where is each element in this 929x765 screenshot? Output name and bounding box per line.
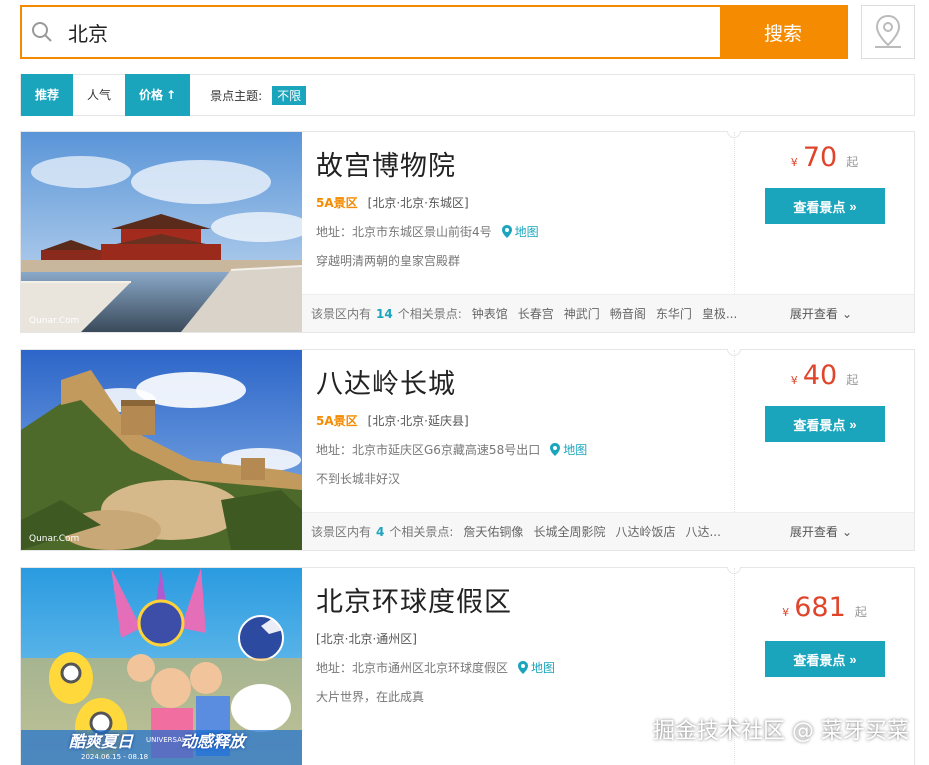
related-count: 4 <box>376 524 385 539</box>
related-spot-link[interactable]: 畅音阁 <box>610 305 646 322</box>
related-prefix: 该景区内有 <box>311 525 372 539</box>
address-text: 地址：北京市通州区北京环球度假区 <box>316 661 509 675</box>
scenic-title[interactable]: 故宫博物院 <box>316 144 734 184</box>
location-pin-icon <box>875 14 901 48</box>
price: ¥ 70 起 <box>735 142 914 173</box>
chevron-down-icon: ⌄ <box>841 524 852 539</box>
price-symbol: ¥ <box>790 374 798 387</box>
arrow-up-icon: ↑ <box>166 87 177 102</box>
region-text: [北京·北京·延庆县] <box>367 414 469 428</box>
price-panel: ¥ 40 起 查看景点 » <box>734 350 914 512</box>
scenic-card: Qunar.Com 故宫博物院 5A景区 [北京·北京·东城区] 地址：北京市东… <box>20 131 915 333</box>
image-dates: 2024.06.15 - 08.18 <box>81 753 149 761</box>
scenic-image[interactable]: Qunar.Com <box>21 350 302 550</box>
price-suffix: 起 <box>846 373 859 387</box>
related-spot-link[interactable]: 东华门 <box>656 305 692 322</box>
image-credit: Qunar.Com <box>29 534 80 544</box>
price-symbol: ¥ <box>782 606 790 619</box>
address-text: 地址：北京市东城区景山前街4号 <box>316 225 492 239</box>
address-text: 地址：北京市延庆区G6京藏高速58号出口 <box>316 443 541 457</box>
scenic-image[interactable]: 酷爽夏日 动感释放 UNIVERSAL 2024.06.15 - 08.18 <box>21 568 302 765</box>
sort-recommend[interactable]: 推荐 <box>21 73 74 116</box>
double-chevron-right-icon: » <box>849 198 857 214</box>
scenic-info: 北京环球度假区 [北京·北京·通州区] 地址：北京市通州区北京环球度假区 地图 … <box>302 568 734 730</box>
map-link-label: 地图 <box>514 225 539 239</box>
theme-tag-all[interactable]: 不限 <box>272 85 307 105</box>
view-scenic-button[interactable]: 查看景点 » <box>765 406 885 442</box>
sort-price-label: 价格 <box>139 88 164 102</box>
related-spot-link[interactable]: 皇极... <box>702 305 737 322</box>
map-pin-icon <box>501 225 512 238</box>
region-text: [北京·北京·通州区] <box>316 632 417 646</box>
map-view-button[interactable] <box>861 5 915 59</box>
view-scenic-label: 查看景点 <box>793 199 846 215</box>
related-spot-link[interactable]: 八达... <box>685 523 720 540</box>
map-link[interactable]: 地图 <box>518 659 555 676</box>
related-spots-bar: 该景区内有 4 个相关景点: 詹天佑铜像 长城全周影院 八达岭饭店 八达... … <box>302 512 914 550</box>
scenic-image[interactable]: Qunar.Com <box>21 132 302 332</box>
price: ¥ 40 起 <box>735 360 914 391</box>
level-badge: 5A景区 <box>316 414 358 428</box>
related-prefix: 该景区内有 <box>311 307 372 321</box>
watermark: 掘金技术社区 @ 菜牙买菜 <box>653 719 909 744</box>
scenic-title[interactable]: 八达岭长城 <box>316 362 734 402</box>
scenic-desc: 大片世界，在此成真 <box>316 690 425 704</box>
price-symbol: ¥ <box>790 156 798 169</box>
region-text: [北京·北京·东城区] <box>367 196 469 210</box>
price-value: 681 <box>794 592 846 623</box>
expand-button[interactable]: 展开查看 ⌄ <box>790 305 852 322</box>
image-text-right: 动感释放 <box>181 732 246 751</box>
double-chevron-right-icon: » <box>849 416 857 432</box>
related-suffix: 个相关景点: <box>397 307 462 321</box>
price: ¥ 681 起 <box>735 592 914 623</box>
scenic-card: Qunar.Com 八达岭长城 5A景区 [北京·北京·延庆县] 地址：北京市延… <box>20 349 915 551</box>
image-brand: UNIVERSAL <box>146 736 186 744</box>
image-text-left: 酷爽夏日 <box>69 732 134 751</box>
map-pin-icon <box>550 443 561 456</box>
related-spot-link[interactable]: 八达岭饭店 <box>615 523 675 540</box>
scenic-title[interactable]: 北京环球度假区 <box>316 580 734 620</box>
scenic-desc: 不到长城非好汉 <box>316 472 401 486</box>
map-link-label: 地图 <box>531 661 556 675</box>
view-scenic-label: 查看景点 <box>793 417 846 433</box>
related-suffix: 个相关景点: <box>389 525 454 539</box>
related-spot-link[interactable]: 长春宫 <box>518 305 554 322</box>
view-scenic-label: 查看景点 <box>793 652 846 668</box>
map-link[interactable]: 地图 <box>501 223 539 240</box>
scenic-info: 八达岭长城 5A景区 [北京·北京·延庆县] 地址：北京市延庆区G6京藏高速58… <box>302 350 734 512</box>
expand-label: 展开查看 <box>789 307 838 321</box>
price-suffix: 起 <box>854 605 867 619</box>
related-spots-bar: 该景区内有 14 个相关景点: 钟表馆 长春宫 神武门 畅音阁 东华门 皇极..… <box>302 294 914 332</box>
price-value: 40 <box>802 360 838 391</box>
search-bar: 搜索 <box>20 5 848 59</box>
scenic-desc: 穿越明清两朝的皇家宫殿群 <box>316 254 461 268</box>
map-link-label: 地图 <box>563 443 588 457</box>
view-scenic-button[interactable]: 查看景点 » <box>765 641 885 677</box>
theme-label: 景点主题: <box>210 88 263 103</box>
sort-popularity[interactable]: 人气 <box>73 74 125 116</box>
related-spot-link[interactable]: 长城全周影院 <box>533 523 605 540</box>
related-spot-link[interactable]: 神武门 <box>564 305 600 322</box>
search-input[interactable] <box>62 7 720 57</box>
related-spot-link[interactable]: 詹天佑铜像 <box>463 523 523 540</box>
map-pin-icon <box>518 661 529 674</box>
search-button[interactable]: 搜索 <box>720 7 846 57</box>
price-panel: ¥ 70 起 查看景点 » <box>734 132 914 294</box>
scenic-info: 故宫博物院 5A景区 [北京·北京·东城区] 地址：北京市东城区景山前街4号 地… <box>302 132 734 294</box>
view-scenic-button[interactable]: 查看景点 » <box>765 188 885 224</box>
image-credit: Qunar.Com <box>29 316 80 326</box>
related-spot-link[interactable]: 钟表馆 <box>472 305 508 322</box>
related-count: 14 <box>376 306 393 321</box>
filter-bar: 推荐 人气 价格 ↑ 景点主题: 不限 <box>20 73 915 116</box>
price-suffix: 起 <box>846 155 859 169</box>
chevron-down-icon: ⌄ <box>841 306 852 321</box>
sort-price[interactable]: 价格 ↑ <box>125 73 191 116</box>
double-chevron-right-icon: » <box>849 651 857 667</box>
level-badge: 5A景区 <box>316 196 358 210</box>
expand-button[interactable]: 展开查看 ⌄ <box>790 523 852 540</box>
expand-label: 展开查看 <box>789 525 838 539</box>
map-link[interactable]: 地图 <box>550 441 587 458</box>
price-value: 70 <box>802 142 838 173</box>
search-icon <box>22 7 62 57</box>
